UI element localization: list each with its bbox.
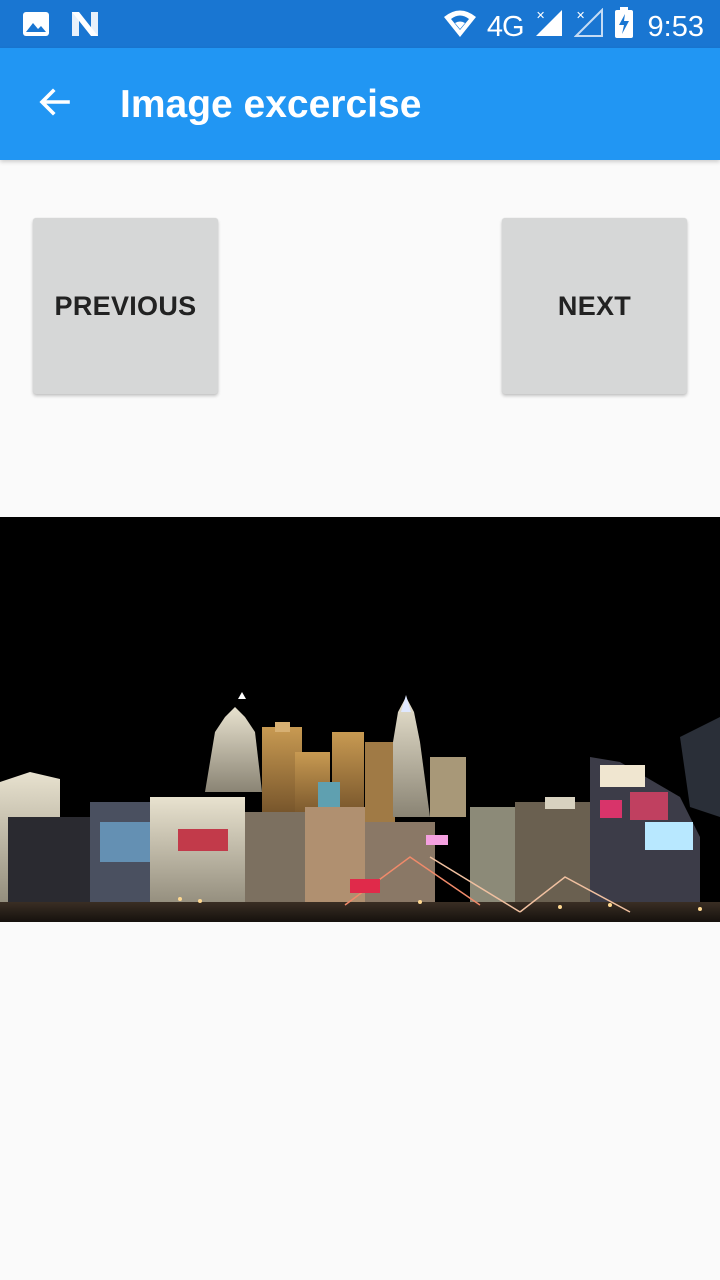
back-button[interactable] bbox=[30, 80, 78, 128]
network-type: 4G bbox=[486, 10, 525, 43]
status-bar: 4G ✕ ✕ 9:53 bbox=[0, 0, 720, 48]
status-right-icons: 4G ✕ ✕ 9:53 bbox=[443, 7, 704, 47]
signal-icon: ✕ bbox=[534, 8, 564, 46]
arrow-left-icon bbox=[36, 84, 72, 125]
svg-text:✕: ✕ bbox=[536, 9, 545, 22]
app-bar: Image excercise bbox=[0, 48, 720, 160]
page-title: Image excercise bbox=[120, 83, 422, 126]
wifi-icon bbox=[443, 8, 477, 46]
status-time: 9:53 bbox=[647, 10, 704, 43]
n-logo-icon bbox=[70, 10, 100, 43]
battery-charging-icon bbox=[614, 7, 634, 47]
signal-empty-icon: ✕ bbox=[573, 7, 604, 46]
status-left-icons bbox=[22, 10, 100, 43]
next-button[interactable]: NEXT bbox=[502, 218, 687, 394]
city-night-photo bbox=[0, 517, 720, 922]
skyline-illustration bbox=[0, 517, 720, 922]
svg-text:✕: ✕ bbox=[576, 9, 585, 22]
image-icon bbox=[22, 10, 50, 43]
previous-button[interactable]: PREVIOUS bbox=[33, 218, 218, 394]
